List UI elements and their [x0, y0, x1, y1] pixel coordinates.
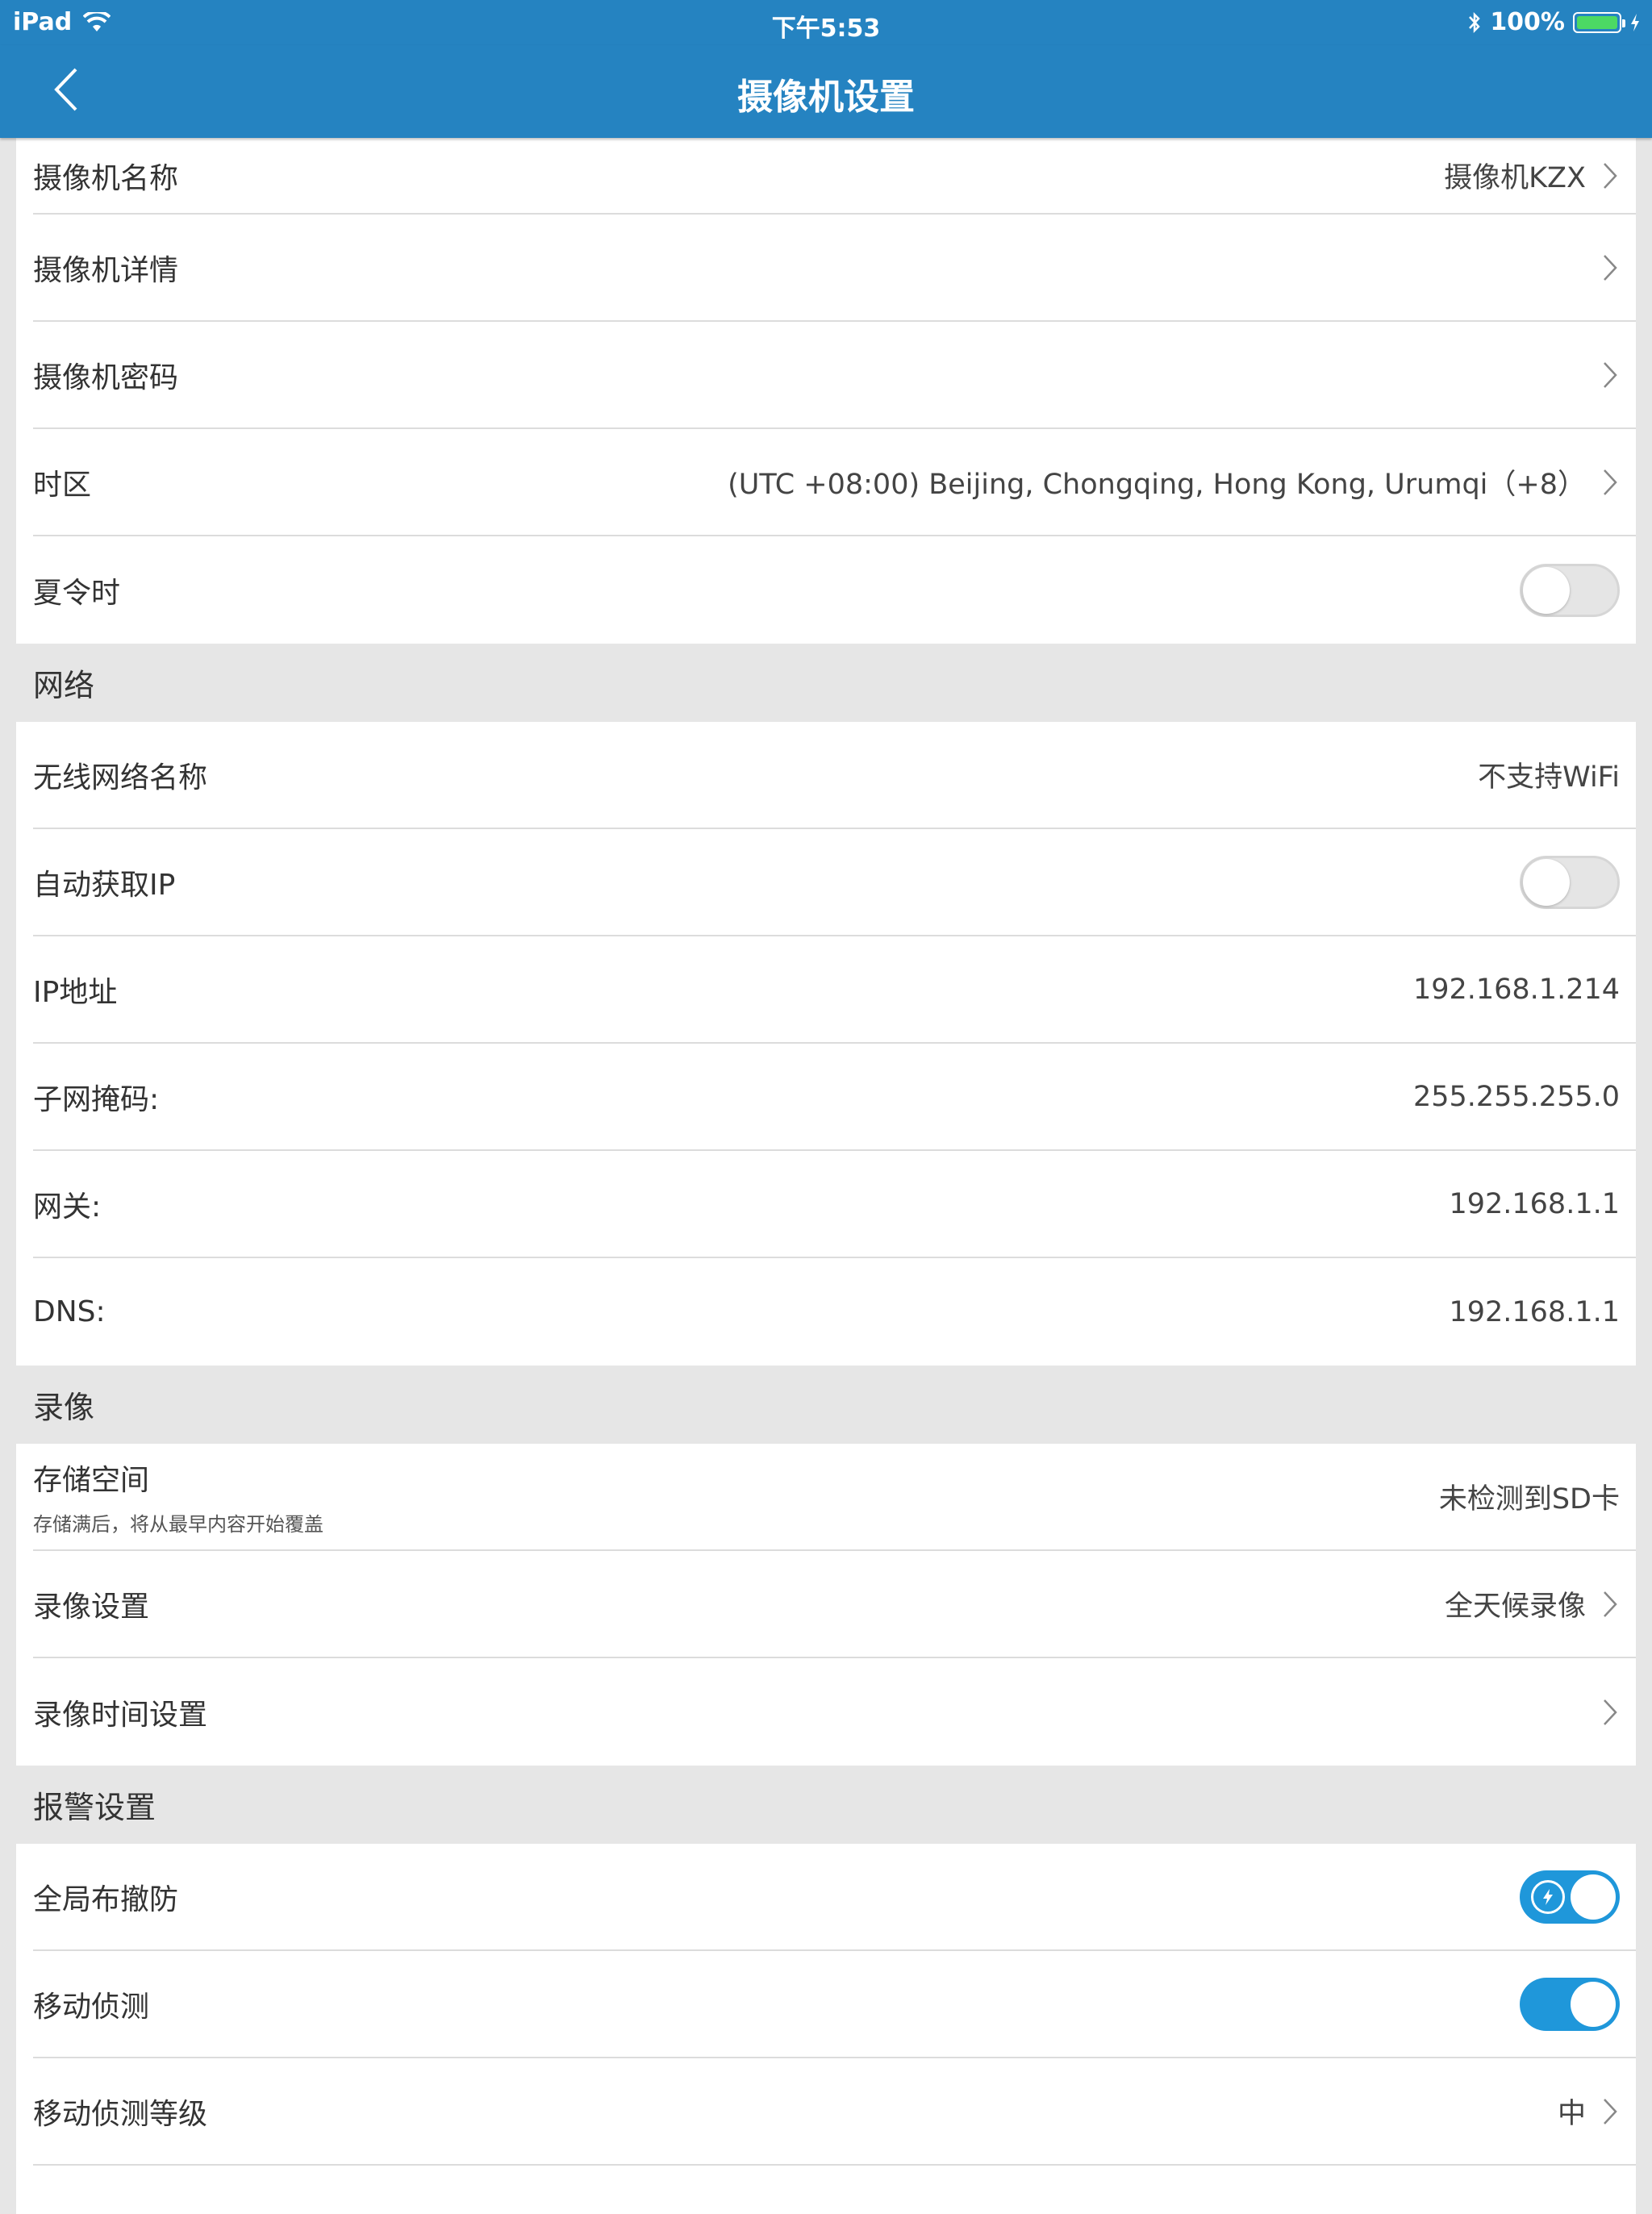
record-time-settings-label: 录像时间设置	[33, 1698, 208, 1732]
chevron-right-icon	[1600, 2095, 1620, 2128]
camera-details-row[interactable]: 摄像机详情	[33, 215, 1636, 322]
motion-detection-toggle[interactable]	[1520, 1977, 1620, 2031]
status-bar: iPad 下午5:53 100%	[0, 0, 1652, 45]
chevron-right-icon	[1600, 1588, 1620, 1620]
wifi-name-value: 不支持WiFi	[1478, 761, 1620, 794]
subnet-mask-label: 子网掩码:	[33, 1082, 160, 1116]
motion-detection-label: 移动侦测	[33, 1990, 150, 2024]
chevron-right-icon	[1600, 1696, 1620, 1728]
storage-row: 存储空间 存储满后，将从最早内容开始覆盖 未检测到SD卡	[33, 1444, 1636, 1551]
timezone-label: 时区	[33, 468, 92, 502]
motion-level-value: 中	[1557, 2098, 1586, 2130]
motion-level-label: 移动侦测等级	[33, 2097, 208, 2131]
chevron-right-icon	[1600, 359, 1620, 391]
network-section-header: 网络	[33, 668, 95, 703]
alarm-section-header: 报警设置	[33, 1790, 156, 1825]
storage-label: 存储空间	[33, 1464, 150, 1497]
bluetooth-icon	[1467, 10, 1482, 35]
auto-ip-row: 自动获取IP	[33, 829, 1636, 936]
camera-password-label: 摄像机密码	[33, 361, 179, 394]
recording-section-header: 录像	[33, 1390, 95, 1425]
timezone-row[interactable]: 时区 (UTC +08:00) Beijing, Chongqing, Hong…	[33, 429, 1636, 536]
global-arm-label: 全局布撤防	[33, 1883, 179, 1916]
ip-address-row[interactable]: IP地址 192.168.1.214	[33, 936, 1636, 1044]
camera-password-row[interactable]: 摄像机密码	[33, 322, 1636, 429]
camera-name-label: 摄像机名称	[33, 161, 179, 195]
auto-ip-toggle[interactable]	[1520, 855, 1620, 909]
gateway-label: 网关:	[33, 1190, 102, 1224]
daylight-saving-row: 夏令时	[33, 536, 1636, 644]
wifi-name-label: 无线网络名称	[33, 761, 208, 794]
global-arm-row: 全局布撤防	[33, 1844, 1636, 1951]
daylight-saving-toggle[interactable]	[1520, 563, 1620, 617]
battery-icon	[1573, 11, 1625, 33]
storage-value: 未检测到SD卡	[1438, 1483, 1620, 1516]
wifi-name-row: 无线网络名称 不支持WiFi	[33, 722, 1636, 829]
record-time-settings-row[interactable]: 录像时间设置	[33, 1658, 1636, 1766]
motion-detection-row: 移动侦测	[33, 1951, 1636, 2058]
chevron-right-icon	[1600, 252, 1620, 284]
camera-details-label: 摄像机详情	[33, 253, 179, 287]
recording-settings-group: 存储空间 存储满后，将从最早内容开始覆盖 未检测到SD卡 录像设置 全天候录像 …	[16, 1444, 1636, 1766]
record-settings-value: 全天候录像	[1444, 1591, 1586, 1623]
gateway-value: 192.168.1.1	[1449, 1187, 1620, 1220]
dns-row[interactable]: DNS: 192.168.1.1	[33, 1258, 1636, 1366]
general-settings-group: 摄像机名称 摄像机KZX 摄像机详情 摄像机密码 时区 (UTC +08:00)…	[16, 138, 1636, 644]
charging-bolt-icon	[1629, 13, 1641, 32]
global-arm-toggle[interactable]	[1520, 1870, 1620, 1924]
network-settings-group: 无线网络名称 不支持WiFi 自动获取IP IP地址 192.168.1.214…	[16, 722, 1636, 1366]
gateway-row[interactable]: 网关: 192.168.1.1	[33, 1151, 1636, 1258]
motion-level-row[interactable]: 移动侦测等级 中	[33, 2058, 1636, 2166]
chevron-right-icon	[1600, 160, 1620, 192]
chevron-right-icon	[1600, 466, 1620, 498]
shield-bolt-icon	[1531, 1879, 1565, 1914]
status-time: 下午5:53	[771, 15, 881, 43]
record-settings-label: 录像设置	[33, 1590, 150, 1624]
auto-ip-label: 自动获取IP	[33, 868, 176, 902]
daylight-saving-label: 夏令时	[33, 576, 121, 610]
camera-name-row[interactable]: 摄像机名称 摄像机KZX	[33, 138, 1636, 215]
record-settings-row[interactable]: 录像设置 全天候录像	[33, 1551, 1636, 1658]
page-title: 摄像机设置	[737, 77, 915, 118]
alarm-settings-group: 全局布撤防 移动侦测 移动侦测等级 中	[16, 1844, 1636, 2214]
settings-list: 摄像机名称 摄像机KZX 摄像机详情 摄像机密码 时区 (UTC +08:00)…	[0, 138, 1652, 2214]
subnet-mask-value: 255.255.255.0	[1412, 1080, 1620, 1113]
navigation-bar: 摄像机设置	[0, 45, 1652, 138]
ip-address-label: IP地址	[33, 975, 118, 1009]
subnet-mask-row[interactable]: 子网掩码: 255.255.255.0	[33, 1044, 1636, 1151]
timezone-value: (UTC +08:00) Beijing, Chongqing, Hong Ko…	[728, 469, 1586, 501]
camera-name-value: 摄像机KZX	[1444, 162, 1586, 194]
ip-address-value: 192.168.1.214	[1412, 973, 1620, 1006]
storage-subtitle: 存储满后，将从最早内容开始覆盖	[33, 1513, 323, 1536]
next-row	[33, 2166, 1636, 2214]
dns-value: 192.168.1.1	[1449, 1295, 1620, 1328]
battery-percentage: 100%	[1490, 8, 1565, 36]
dns-label: DNS:	[33, 1295, 106, 1328]
